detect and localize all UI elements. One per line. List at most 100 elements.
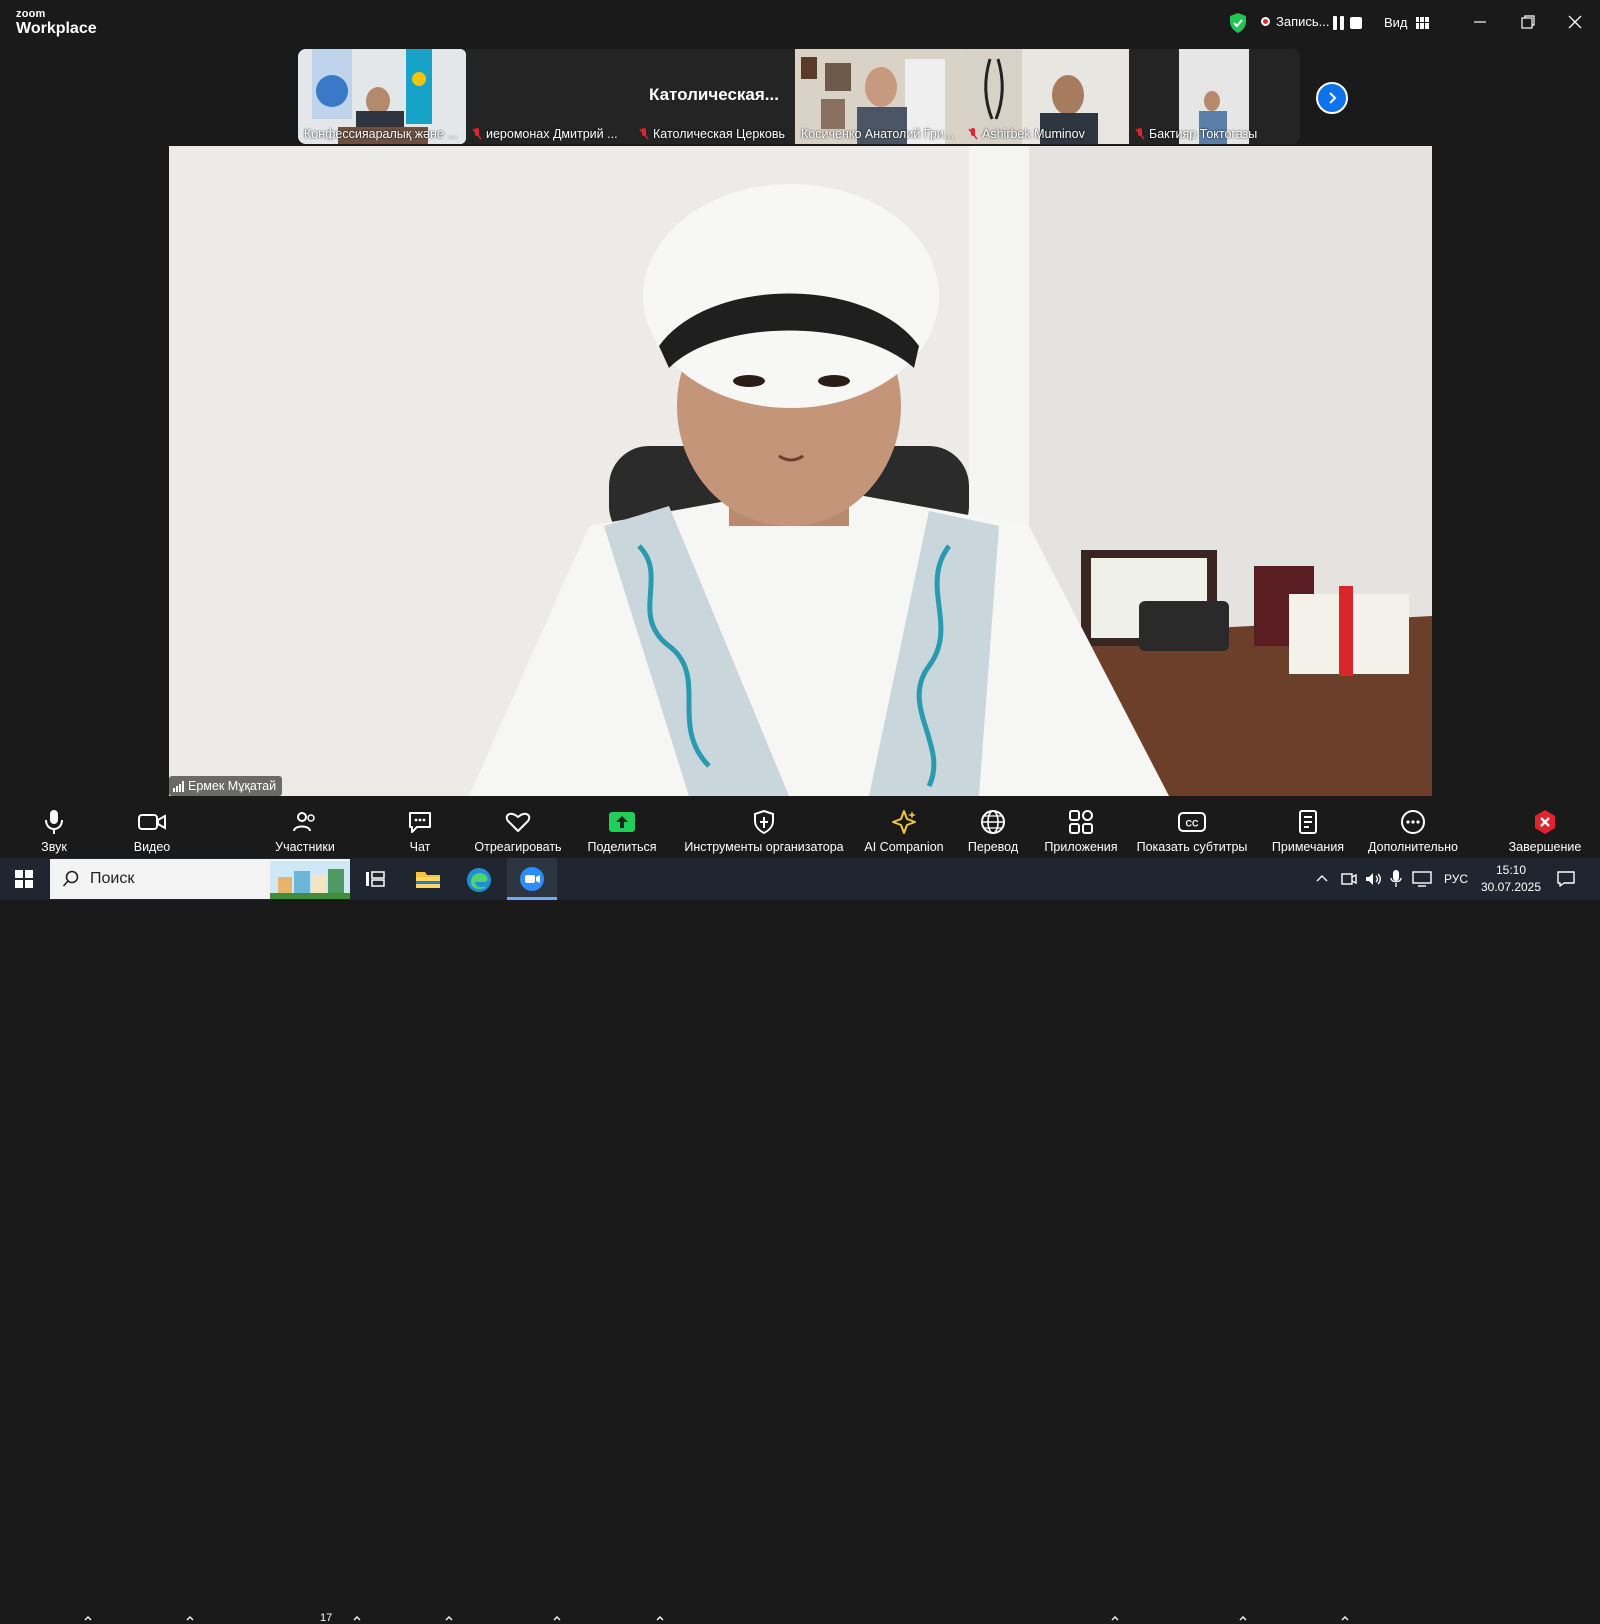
apps-label: Приложения	[1044, 840, 1117, 854]
view-button[interactable]: Вид	[1384, 15, 1429, 30]
svg-text:CC: CC	[1186, 819, 1199, 829]
zoom-taskbar-button[interactable]	[507, 858, 557, 900]
view-label: Вид	[1384, 15, 1408, 30]
participant-thumbnail[interactable]: Ashirbek Muminov	[962, 49, 1129, 144]
apps-icon	[1068, 809, 1094, 835]
chat-label: Чат	[410, 840, 431, 854]
zoom-app-icon	[519, 866, 545, 892]
closed-captions-icon: CC	[1178, 811, 1206, 833]
chevron-up-icon[interactable]	[185, 1614, 195, 1622]
chat-button[interactable]: Чат	[400, 800, 440, 858]
pause-recording-button[interactable]	[1333, 16, 1345, 30]
participants-icon	[293, 811, 317, 833]
taskbar-search-box[interactable]: Поиск	[50, 859, 350, 899]
captions-button[interactable]: CC Показать субтитры	[1134, 800, 1250, 858]
participant-name: Ashirbek Muminov	[982, 127, 1085, 141]
security-shield-icon[interactable]	[1229, 13, 1247, 33]
speaker-volume-icon[interactable]	[1364, 870, 1382, 888]
react-label: Отреагировать	[474, 840, 561, 854]
chevron-up-icon[interactable]	[83, 1614, 93, 1622]
active-speaker-video	[169, 146, 1432, 796]
recording-dot-icon	[1261, 17, 1270, 26]
mic-muted-icon	[639, 128, 649, 140]
video-label: Видео	[134, 840, 171, 854]
participant-placeholder-name: Католическая...	[633, 85, 795, 105]
input-language[interactable]: РУС	[1444, 858, 1468, 900]
participant-thumbnail[interactable]: иеромонах Дмитрий ...	[466, 49, 633, 144]
chevron-right-icon	[1325, 91, 1339, 105]
captions-label: Показать субтитры	[1137, 840, 1248, 854]
chevron-up-icon[interactable]	[1340, 1614, 1350, 1622]
participant-thumbnail[interactable]: Косиченко Анатолий Гри...	[795, 49, 962, 144]
network-icon[interactable]	[1412, 870, 1432, 888]
participant-strip: Конфессияаралық және ... иеромонах Дмитр…	[298, 49, 1300, 144]
video-button[interactable]: Видео	[128, 800, 176, 858]
participant-thumbnail[interactable]: Католическая... Католическая Церковь	[633, 49, 795, 144]
file-explorer-icon[interactable]	[415, 869, 441, 889]
host-tools-button[interactable]: Инструменты организатора	[680, 800, 848, 858]
mic-muted-icon	[472, 128, 482, 140]
brand-large: Workplace	[16, 21, 97, 37]
chevron-up-icon[interactable]	[1315, 872, 1329, 884]
chevron-up-icon[interactable]	[655, 1614, 665, 1622]
chat-icon	[407, 810, 433, 834]
taskbar-clock[interactable]: 15:10 30.07.2025	[1476, 862, 1546, 896]
speaker-name-tag: Ермек Мұқатай	[169, 776, 282, 796]
windows-taskbar: Поиск РУС 15:10 30.07.2025	[0, 858, 1600, 900]
chevron-up-icon[interactable]	[1238, 1614, 1248, 1622]
task-view-icon[interactable]	[365, 870, 385, 888]
end-meeting-button[interactable]: Завершение	[1506, 800, 1584, 858]
mic-muted-icon	[1135, 128, 1145, 140]
edge-browser-icon[interactable]	[466, 867, 492, 893]
participant-name: Косиченко Анатолий Гри...	[801, 127, 954, 141]
chevron-up-icon[interactable]	[1110, 1614, 1120, 1622]
chevron-up-icon[interactable]	[444, 1614, 454, 1622]
microphone-tray-icon[interactable]	[1390, 869, 1402, 889]
camera-icon	[138, 812, 166, 832]
minimize-icon[interactable]	[1468, 10, 1492, 34]
participant-name: Конфессияаралық және ...	[304, 127, 458, 141]
notes-icon	[1297, 809, 1319, 835]
speaker-name: Ермек Мұқатай	[188, 779, 276, 793]
participant-thumbnail[interactable]: Конфессияаралық және ...	[298, 49, 466, 144]
recording-indicator[interactable]: Запись...	[1261, 14, 1330, 29]
participants-button[interactable]: Участники	[270, 800, 340, 858]
grid-view-icon	[1416, 17, 1429, 29]
next-page-button[interactable]	[1316, 82, 1348, 114]
notes-button[interactable]: Примечания	[1266, 800, 1350, 858]
react-button[interactable]: Отреагировать	[472, 800, 564, 858]
share-button[interactable]: Поделиться	[584, 800, 660, 858]
restore-icon[interactable]	[1516, 10, 1540, 34]
notifications-icon[interactable]	[1556, 870, 1576, 888]
more-button[interactable]: Дополнительно	[1366, 800, 1460, 858]
chevron-up-icon[interactable]	[352, 1614, 362, 1622]
share-label: Поделиться	[587, 840, 656, 854]
translate-button[interactable]: Перевод	[964, 800, 1022, 858]
ai-companion-button[interactable]: AI Companion	[860, 800, 948, 858]
participants-count: 17	[320, 1612, 332, 1624]
meet-now-icon[interactable]	[1341, 870, 1357, 888]
windows-start-icon[interactable]	[15, 870, 33, 888]
stop-recording-button[interactable]	[1350, 17, 1362, 29]
participant-thumbnail[interactable]: Бактияр Токтогазы	[1129, 49, 1300, 144]
search-highlight-image	[270, 861, 350, 899]
apps-button[interactable]: Приложения	[1040, 800, 1122, 858]
zoom-workplace-logo: zoom Workplace	[16, 9, 97, 37]
more-icon	[1400, 809, 1426, 835]
title-bar: zoom Workplace Запись... Вид	[0, 0, 1600, 46]
end-label: Завершение	[1509, 840, 1582, 854]
more-label: Дополнительно	[1368, 840, 1458, 854]
participant-name: иеромонах Дмитрий ...	[486, 127, 618, 141]
sparkle-icon	[891, 809, 917, 835]
heart-icon	[505, 811, 531, 833]
close-window-icon[interactable]	[1563, 10, 1587, 34]
globe-icon	[980, 809, 1006, 835]
ai-companion-label: AI Companion	[864, 840, 943, 854]
microphone-icon	[43, 809, 65, 835]
audio-button[interactable]: Звук	[34, 800, 74, 858]
shield-icon	[753, 810, 775, 834]
chevron-up-icon[interactable]	[552, 1614, 562, 1622]
brand-small: zoom	[16, 9, 97, 20]
participant-name: Католическая Церковь	[653, 127, 785, 141]
participants-label: Участники	[275, 840, 335, 854]
